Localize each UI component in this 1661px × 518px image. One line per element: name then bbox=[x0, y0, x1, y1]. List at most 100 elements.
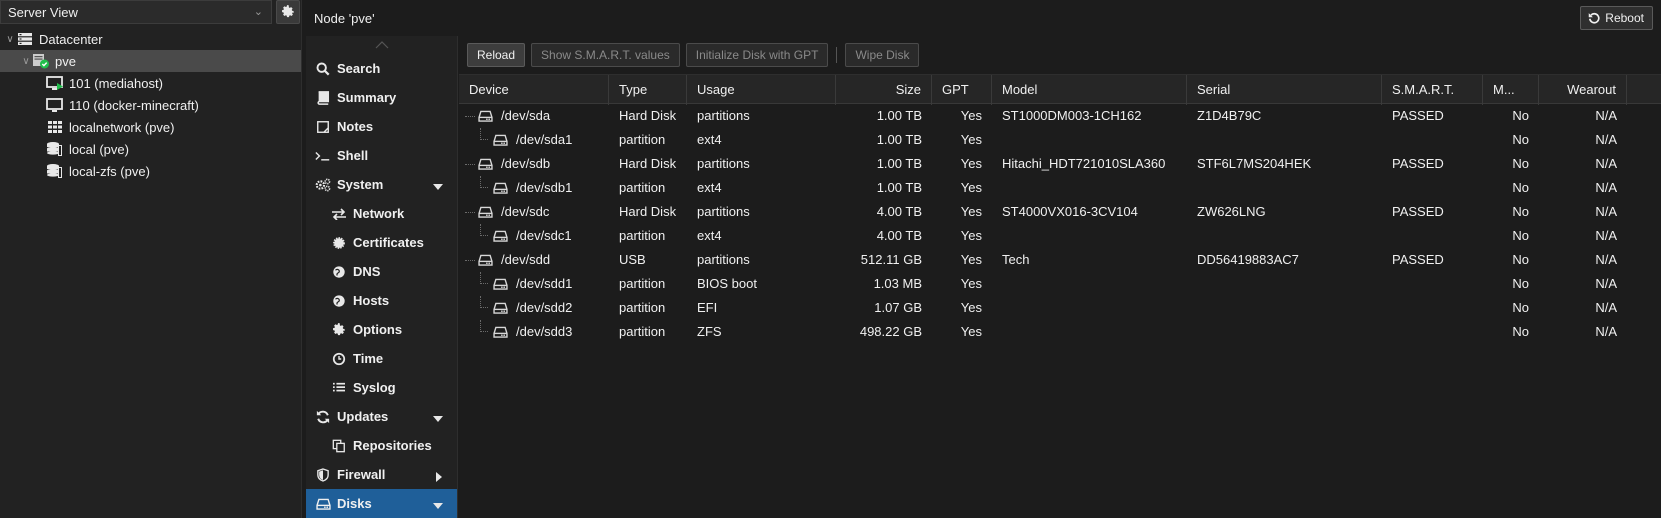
nav-item-options[interactable]: Options bbox=[306, 315, 457, 344]
nav-item-notes[interactable]: Notes bbox=[306, 112, 457, 141]
nav-item-label: Shell bbox=[337, 148, 369, 163]
column-header-serial[interactable]: Serial bbox=[1187, 75, 1382, 105]
nav-item-label: Time bbox=[353, 351, 384, 366]
nav-item-network[interactable]: Network bbox=[306, 199, 457, 228]
tree-item-localnetwork-pve[interactable]: localnetwork (pve) bbox=[0, 116, 301, 138]
table-row[interactable]: /dev/sdc Hard Disk partitions 4.00 TB Yes ST4… bbox=[459, 200, 1661, 224]
nav-item-dns[interactable]: DNS bbox=[306, 257, 457, 286]
wipe-disk-button[interactable]: Wipe Disk bbox=[845, 43, 920, 67]
gear-icon bbox=[282, 5, 294, 18]
chevron-down-icon: ⌄ bbox=[253, 6, 263, 18]
tree-item-110-docker-minecraft[interactable]: 110 (docker-minecraft) bbox=[0, 94, 301, 116]
nav-item-disks[interactable]: Disks bbox=[306, 489, 457, 518]
node-online-icon bbox=[32, 53, 50, 69]
table-row[interactable]: /dev/sda Hard Disk partitions 1.00 TB Yes ST1… bbox=[459, 104, 1661, 128]
hdd-icon bbox=[478, 110, 493, 122]
table-row[interactable]: /dev/sda1 partition ext4 1.00 TB Yes No N/A bbox=[459, 128, 1661, 152]
nav-item-hosts[interactable]: Hosts bbox=[306, 286, 457, 315]
show-smart-button[interactable]: Show S.M.A.R.T. values bbox=[531, 43, 680, 67]
cell-wear: N/A bbox=[1595, 324, 1617, 339]
cell-gpt: Yes bbox=[960, 324, 982, 339]
cell-type: Hard Disk bbox=[619, 108, 677, 123]
vm-running-icon bbox=[46, 75, 64, 91]
nav-item-certificates[interactable]: Certificates bbox=[306, 228, 457, 257]
cell-model: Tech bbox=[1002, 252, 1030, 267]
nav-item-time[interactable]: Time bbox=[306, 344, 457, 373]
device-name: /dev/sdb1 bbox=[516, 180, 573, 195]
table-row[interactable]: /dev/sdd2 partition EFI 1.07 GB Yes No N/A bbox=[459, 296, 1661, 320]
disks-toolbar: Reload Show S.M.A.R.T. values Initialize… bbox=[459, 36, 1661, 74]
tree-item-local-zfs-pve[interactable]: local-zfs (pve) bbox=[0, 160, 301, 182]
cell-usage: ext4 bbox=[697, 228, 722, 243]
hdd-icon bbox=[478, 254, 493, 266]
column-header-size[interactable]: Size bbox=[836, 75, 932, 105]
reboot-button[interactable]: Reboot bbox=[1580, 6, 1653, 30]
column-header-mounted[interactable]: M... bbox=[1483, 75, 1539, 105]
column-header-model[interactable]: Model bbox=[992, 75, 1187, 105]
tree-connector bbox=[465, 116, 475, 117]
tree-connector bbox=[480, 224, 488, 236]
nav-item-label: System bbox=[337, 177, 384, 192]
view-bar: Server View ⌄ bbox=[0, 0, 301, 24]
globe-icon bbox=[331, 264, 347, 280]
table-row[interactable]: /dev/sdb Hard Disk partitions 1.00 TB Yes Hit… bbox=[459, 152, 1661, 176]
cell-size: 1.00 TB bbox=[876, 108, 922, 123]
nav-item-shell[interactable]: Shell bbox=[306, 141, 457, 170]
tree-settings-button[interactable] bbox=[276, 0, 300, 24]
column-header-usage[interactable]: Usage bbox=[687, 75, 836, 105]
tree-item-local-pve[interactable]: local (pve) bbox=[0, 138, 301, 160]
table-row[interactable]: /dev/sdc1 partition ext4 4.00 TB Yes No N/A bbox=[459, 224, 1661, 248]
tree-item-pve[interactable]: ∨ pve bbox=[0, 50, 301, 72]
table-row[interactable]: /dev/sdb1 partition ext4 1.00 TB Yes No N/A bbox=[459, 176, 1661, 200]
cell-usage: partitions bbox=[697, 108, 750, 123]
notes-icon bbox=[315, 119, 331, 135]
expand-toggle-icon[interactable]: ∨ bbox=[20, 56, 32, 67]
tree-item-101-mediahost[interactable]: 101 (mediahost) bbox=[0, 72, 301, 94]
tree-item-label: localnetwork (pve) bbox=[69, 119, 175, 135]
storage-icon bbox=[46, 141, 64, 157]
column-header-type[interactable]: Type bbox=[609, 75, 687, 105]
nav-item-summary[interactable]: Summary bbox=[306, 83, 457, 112]
initialize-gpt-button[interactable]: Initialize Disk with GPT bbox=[685, 43, 829, 67]
device-cell: /dev/sdc bbox=[459, 200, 609, 224]
cell-m: No bbox=[1512, 252, 1529, 267]
nav-item-repositories[interactable]: Repositories bbox=[306, 431, 457, 460]
cell-size: 498.22 GB bbox=[859, 324, 922, 339]
nav-item-firewall[interactable]: Firewall bbox=[306, 460, 457, 489]
cell-type: partition bbox=[619, 228, 666, 243]
nav-item-search[interactable]: Search bbox=[306, 54, 457, 83]
caret-down-icon[interactable] bbox=[433, 411, 443, 426]
nav-item-system[interactable]: System bbox=[306, 170, 457, 199]
cell-type: Hard Disk bbox=[619, 156, 677, 171]
device-name: /dev/sda bbox=[501, 108, 551, 123]
table-row[interactable]: /dev/sdd1 partition BIOS boot 1.03 MB Yes No N… bbox=[459, 272, 1661, 296]
cell-smart bbox=[1382, 296, 1483, 320]
column-header-gpt[interactable]: GPT bbox=[932, 75, 992, 105]
cell-model: ST4000VX016-3CV104 bbox=[1002, 204, 1138, 219]
table-row[interactable]: /dev/sdd USB partitions 512.11 GB Yes Tech DD5… bbox=[459, 248, 1661, 272]
cell-smart bbox=[1382, 320, 1483, 344]
cell-model bbox=[992, 320, 1187, 344]
device-name: /dev/sdd3 bbox=[516, 324, 573, 339]
cell-m: No bbox=[1512, 204, 1529, 219]
tree-item-datacenter[interactable]: ∨ Datacenter bbox=[0, 28, 301, 50]
cell-smart: PASSED bbox=[1392, 108, 1444, 123]
nav-item-syslog[interactable]: Syslog bbox=[306, 373, 457, 402]
caret-down-icon[interactable] bbox=[433, 498, 443, 513]
table-row[interactable]: /dev/sdd3 partition ZFS 498.22 GB Yes No N/A bbox=[459, 320, 1661, 344]
cell-serial: Z1D4B79C bbox=[1197, 108, 1262, 123]
nav-scroll-up-button[interactable] bbox=[306, 36, 457, 54]
column-header-wearout[interactable]: Wearout bbox=[1539, 75, 1627, 105]
column-header-device[interactable]: Device bbox=[459, 75, 609, 105]
caret-right-icon[interactable] bbox=[435, 470, 443, 485]
nav-item-updates[interactable]: Updates bbox=[306, 402, 457, 431]
view-selector[interactable]: Server View ⌄ bbox=[0, 0, 272, 24]
device-cell: /dev/sdb1 bbox=[459, 176, 609, 200]
expand-toggle-icon[interactable]: ∨ bbox=[4, 34, 16, 45]
reload-button[interactable]: Reload bbox=[467, 43, 526, 67]
cell-serial bbox=[1187, 176, 1382, 200]
column-header-smart[interactable]: S.M.A.R.T. bbox=[1382, 75, 1483, 105]
caret-down-icon[interactable] bbox=[433, 179, 443, 194]
tree-item-label: local-zfs (pve) bbox=[69, 163, 150, 179]
cell-size: 1.00 TB bbox=[876, 180, 922, 195]
